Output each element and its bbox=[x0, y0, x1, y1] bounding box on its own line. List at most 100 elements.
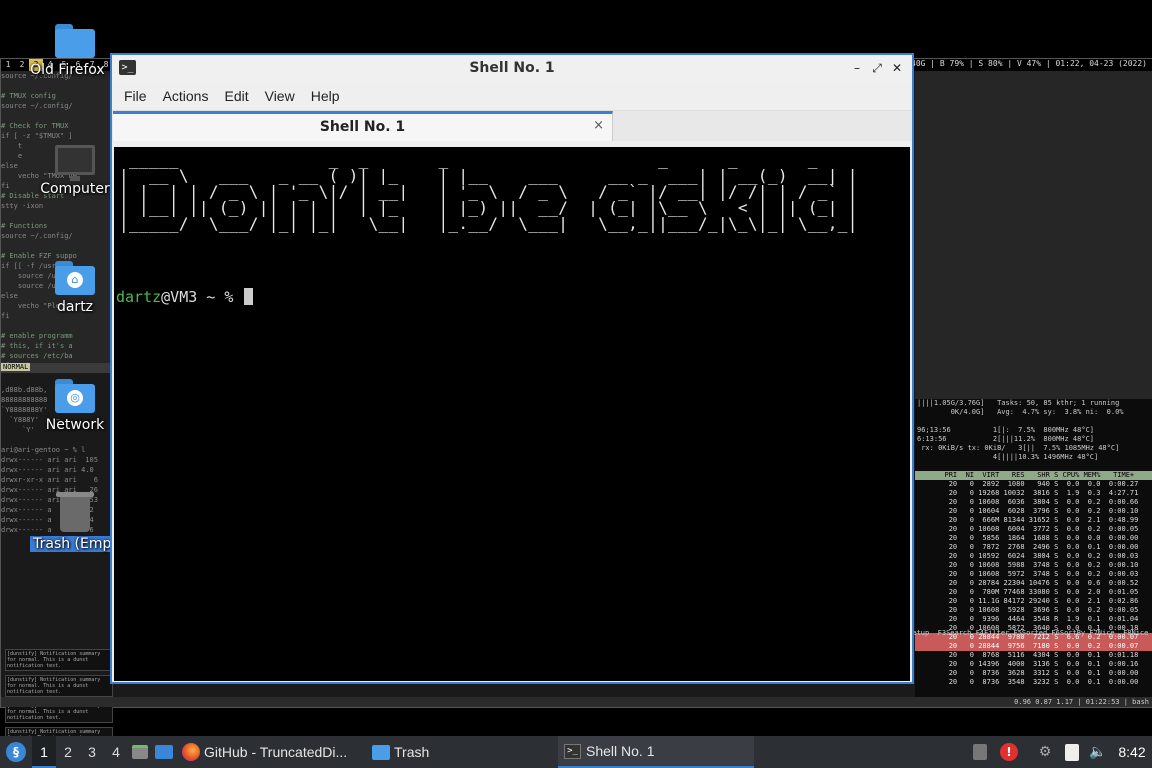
htop-process-row[interactable]: 20 0 8768 5116 4304 S 0.0 0.1 0:01.18 bbox=[915, 651, 1152, 660]
menu-file[interactable]: File bbox=[116, 88, 155, 104]
menu-edit[interactable]: Edit bbox=[216, 88, 256, 104]
workspace-button-1[interactable]: 1 bbox=[32, 736, 56, 768]
htop-process-row[interactable]: 20 0 28844 9756 7180 S 0.0 0.2 0:00.07 bbox=[915, 642, 1152, 651]
task-shell[interactable]: >_ Shell No. 1 bbox=[558, 736, 754, 768]
tmux-status-bar: 0.96 0.87 1.17 | 01:22:53 | bash bbox=[1, 697, 1152, 707]
htop-process-row[interactable]: 20 0 10608 6004 3772 S 0.0 0.2 0:00.05 bbox=[915, 525, 1152, 534]
htop-pane: ||||1.05G/3.76G] Tasks: 50, 85 kthr; 1 r… bbox=[915, 399, 1152, 697]
trash-icon bbox=[56, 492, 94, 532]
shell-prompt[interactable]: dartz@VM3 ~ % bbox=[116, 288, 254, 306]
code-line: drwx------ ari ari 105 bbox=[1, 456, 98, 464]
code-line: ari@ari-gentoo ~ % l bbox=[1, 446, 86, 454]
show-desktop-button[interactable] bbox=[152, 736, 176, 768]
close-button[interactable]: ✕ bbox=[888, 59, 906, 77]
htop-process-row[interactable]: 20 0 2892 1080 940 S 0.0 0.0 0:00.27 bbox=[915, 480, 1152, 489]
tab-close-icon[interactable]: × bbox=[593, 118, 604, 133]
task-label: Trash bbox=[394, 744, 430, 760]
htop-process-row[interactable]: 20 0 8736 3548 3232 S 0.0 0.1 0:00.00 bbox=[915, 678, 1152, 687]
menu-help[interactable]: Help bbox=[303, 88, 348, 104]
file-manager-launcher[interactable] bbox=[128, 736, 152, 768]
tray-alert[interactable]: ! bbox=[996, 736, 1022, 768]
notification-popup[interactable]: [dunstify] Notification summary for norm… bbox=[5, 649, 113, 671]
background-workspace-1[interactable]: 1 bbox=[1, 59, 15, 71]
code-line: # Check for TMUX bbox=[1, 122, 69, 130]
terminal-area[interactable]: _____ _ _ _ _ _ _ | __ \ ___ _ __ ( )| |… bbox=[114, 147, 910, 681]
tab-bar: Shell No. 1 × bbox=[112, 111, 912, 141]
htop-process-row[interactable]: 20 0 5856 1864 1688 S 0.0 0.0 0:00.00 bbox=[915, 534, 1152, 543]
tray-updates[interactable] bbox=[968, 736, 992, 768]
menu-actions[interactable]: Actions bbox=[155, 88, 217, 104]
code-line: # enable programm bbox=[1, 332, 73, 340]
htop-process-row[interactable]: 20 0 19268 10032 3816 S 1.9 0.3 4:27.71 bbox=[915, 489, 1152, 498]
background-right-pane bbox=[915, 71, 1152, 401]
code-line: # this, if it's a bbox=[1, 342, 73, 350]
prompt-user: dartz bbox=[116, 288, 162, 306]
desktop-icon-label: Trash (Empt bbox=[30, 536, 120, 552]
workspace-button-3[interactable]: 3 bbox=[80, 736, 104, 768]
desktop-icon bbox=[155, 745, 173, 759]
htop-process-row[interactable]: 20 0 9396 4464 3548 R 1.9 0.1 0:01.04 bbox=[915, 615, 1152, 624]
prompt-host: @VM3 ~ % bbox=[161, 288, 243, 306]
start-menu-button[interactable]: § bbox=[0, 736, 32, 768]
htop-process-row[interactable]: 20 0 28784 22304 10476 S 0.0 0.6 0:00.52 bbox=[915, 579, 1152, 588]
text-cursor bbox=[244, 288, 254, 305]
task-firefox[interactable]: GitHub - TruncatedDi... bbox=[176, 736, 366, 768]
network-folder-icon: ◎ bbox=[55, 379, 95, 413]
vim-mode: NORMAL bbox=[1, 363, 31, 371]
code-line: # Functions bbox=[1, 222, 48, 230]
code-line: if [ -z "$TMUX" ] bbox=[1, 132, 73, 140]
htop-process-row[interactable]: 20 0 10608 6036 3804 S 0.0 0.2 0:00.66 bbox=[915, 498, 1152, 507]
code-line: drwxr-xr-x ari ari 6 bbox=[1, 476, 98, 484]
terminal-window[interactable]: >_ Shell No. 1 – ⤢ ✕ File Actions Edit V… bbox=[110, 53, 914, 684]
window-title: Shell No. 1 bbox=[469, 60, 555, 76]
network-icon: ⚙ bbox=[1038, 744, 1052, 760]
folder-icon bbox=[55, 24, 95, 58]
code-line: # Enable FZF suppo bbox=[1, 252, 77, 260]
window-titlebar[interactable]: >_ Shell No. 1 – ⤢ ✕ bbox=[112, 55, 912, 82]
home-folder-icon: ⌂ bbox=[55, 261, 95, 295]
workspace-button-4[interactable]: 4 bbox=[104, 736, 128, 768]
workspace-button-2[interactable]: 2 bbox=[56, 736, 80, 768]
tray-clipboard[interactable] bbox=[1060, 736, 1084, 768]
tray-network[interactable]: ⚙ bbox=[1034, 736, 1056, 768]
computer-icon bbox=[55, 145, 95, 181]
task-label: Shell No. 1 bbox=[586, 743, 655, 759]
volume-icon: 🔈 bbox=[1089, 744, 1107, 760]
htop-process-row[interactable]: 20 0 14396 4000 3136 S 0.0 0.1 0:00.16 bbox=[915, 660, 1152, 669]
tab-label: Shell No. 1 bbox=[319, 119, 406, 135]
htop-process-row[interactable]: 20 0 11.1G 84172 29240 S 0.0 2.1 0:02.86 bbox=[915, 597, 1152, 606]
ascii-banner: _____ _ _ _ _ _ _ | __ \ ___ _ __ ( )| |… bbox=[119, 150, 858, 233]
notification-popup[interactable]: [dunstify] Notification summary for norm… bbox=[5, 675, 113, 697]
task-label: GitHub - TruncatedDi... bbox=[204, 744, 348, 760]
code-line: source ~/.config/ bbox=[1, 102, 73, 110]
firefox-icon bbox=[182, 743, 200, 761]
htop-process-row[interactable]: 20 0 10604 6028 3796 S 0.0 0.2 0:00.10 bbox=[915, 507, 1152, 516]
htop-process-row[interactable]: 20 0 780M 77468 33080 S 0.0 2.0 0:01.05 bbox=[915, 588, 1152, 597]
htop-process-row[interactable]: 20 0 10592 6024 3804 S 0.0 0.2 0:00.03 bbox=[915, 552, 1152, 561]
menu-view[interactable]: View bbox=[257, 88, 303, 104]
tray-volume[interactable]: 🔈 bbox=[1086, 736, 1110, 768]
htop-process-row[interactable]: 20 0 10608 5928 3696 S 0.0 0.2 0:00.05 bbox=[915, 606, 1152, 615]
clock[interactable]: 8:42 bbox=[1112, 736, 1152, 768]
file-manager-icon bbox=[132, 745, 148, 759]
tab-shell-1[interactable]: Shell No. 1 × bbox=[113, 111, 613, 141]
htop-process-row[interactable]: 20 0 7872 2768 2496 S 0.0 0.1 0:00.00 bbox=[915, 543, 1152, 552]
htop-process-row[interactable]: 20 0 666M 81344 31652 S 0.0 2.1 0:48.99 bbox=[915, 516, 1152, 525]
htop-process-row[interactable]: 20 0 10608 5972 3748 S 0.0 0.2 0:00.03 bbox=[915, 570, 1152, 579]
minimize-button[interactable]: – bbox=[848, 59, 866, 77]
htop-process-row[interactable]: 20 0 10608 5988 3748 S 0.0 0.2 0:00.10 bbox=[915, 561, 1152, 570]
htop-process-row[interactable]: 20 0 8736 3628 3312 S 0.0 0.1 0:00.00 bbox=[915, 669, 1152, 678]
code-line: stty -ixon bbox=[1, 202, 44, 210]
distro-logo-icon: § bbox=[6, 742, 26, 762]
task-trash[interactable]: Trash bbox=[366, 736, 558, 768]
code-line: drwx------ ari ari 4.0 bbox=[1, 466, 94, 474]
maximize-button[interactable]: ⤢ bbox=[868, 59, 886, 77]
code-line: # sources /etc/ba bbox=[1, 352, 73, 360]
htop-column-header: PRI NI VIRT RES SHR S CPU% MEM% TIME+ bbox=[915, 471, 1152, 480]
